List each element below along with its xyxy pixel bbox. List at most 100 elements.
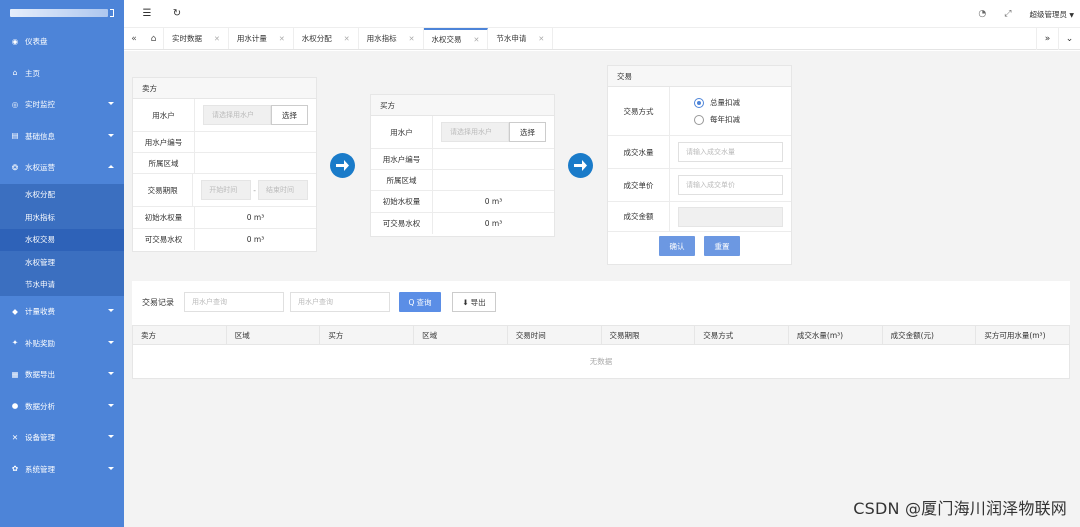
seller-region-label: 所属区域 (133, 153, 195, 173)
nav-item-dashboard[interactable]: ◉ 仪表盘 (0, 26, 124, 58)
settings-icon: ✿ (11, 464, 19, 474)
radio-yearly-deduction[interactable]: 每年扣减 (694, 114, 740, 125)
watermark: CSDN @厦门海川润泽物联网 (853, 499, 1067, 518)
submenu-item-indicator[interactable]: 用水指标 (0, 206, 124, 229)
user-menu[interactable]: 超级管理员 ▼ (1029, 9, 1074, 20)
price-input[interactable]: 请输入成交单价 (678, 175, 783, 195)
collapse-mark-icon[interactable] (110, 9, 114, 17)
confirm-button[interactable]: 确认 (659, 236, 695, 256)
home-tab-icon[interactable]: ⌂ (144, 28, 164, 49)
export-button[interactable]: ⬇ 导出 (452, 292, 496, 312)
submenu-item-trade[interactable]: 水权交易 (0, 228, 124, 251)
tabs-scroll-left-icon[interactable]: « (124, 28, 144, 49)
seller-select-button[interactable]: 选择 (271, 105, 308, 125)
tab-metering[interactable]: 用水计量 ✕ (229, 28, 294, 49)
trade-volume-field: 请输入成交水量 (670, 142, 791, 162)
seller-user-field: 请选择用水户 选择 (195, 105, 316, 125)
submenu-item-management[interactable]: 水权管理 (0, 251, 124, 274)
tab-trade[interactable]: 水权交易 ✕ (423, 28, 489, 49)
dashboard-icon: ◉ (11, 36, 19, 46)
logo (0, 0, 124, 26)
submenu-item-allocation[interactable]: 水权分配 (0, 184, 124, 207)
start-time-input[interactable]: 开始时间 (201, 180, 252, 200)
nav-item-reward[interactable]: ✦ 补贴奖励 (0, 328, 124, 360)
chevron-up-icon (108, 165, 114, 168)
radio-total-deduction[interactable]: 总量扣减 (694, 97, 740, 108)
close-icon[interactable]: ✕ (214, 35, 220, 43)
col-buyer-region: 区域 (414, 326, 508, 344)
theme-icon[interactable]: ◔ (978, 9, 986, 19)
submenu-item-saving[interactable]: 节水申请 (0, 274, 124, 297)
seller-user-row: 用水户 请选择用水户 选择 (133, 99, 316, 132)
arrow-right-icon (568, 153, 593, 178)
chevron-down-icon (108, 466, 114, 470)
close-icon[interactable]: ✕ (538, 35, 544, 43)
seller-user-input[interactable]: 请选择用水户 (203, 105, 271, 125)
close-icon[interactable]: ✕ (344, 35, 350, 43)
tab-allocation[interactable]: 水权分配 ✕ (294, 28, 359, 49)
col-amount: 成交金额(元) (883, 326, 977, 344)
chevron-down-icon (108, 403, 114, 407)
nav-item-info[interactable]: ▤ 基础信息 (0, 121, 124, 153)
nav-item-water-rights[interactable]: ❂ 水权运营 (0, 152, 124, 184)
trade-volume-row: 成交水量 请输入成交水量 (608, 136, 791, 169)
buyer-init-value: 0 m³ (484, 197, 503, 206)
caret-down-icon: ▼ (1069, 11, 1074, 19)
device-icon: ✕ (11, 432, 19, 442)
col-buyer: 买方 (320, 326, 415, 344)
reward-icon: ✦ (11, 338, 19, 348)
records-search-2[interactable]: 用水户查询 (290, 292, 390, 312)
tab-indicator[interactable]: 用水指标 ✕ (359, 28, 424, 49)
monitor-icon: ◎ (11, 99, 19, 109)
close-icon[interactable]: ✕ (474, 36, 480, 44)
nav-label: 计量收费 (25, 307, 55, 317)
nav-label: 补贴奖励 (25, 338, 55, 348)
close-icon[interactable]: ✕ (279, 35, 285, 43)
buyer-region-row: 所属区域 (371, 170, 554, 191)
seller-user-label: 用水户 (133, 99, 195, 131)
end-time-input[interactable]: 结束时间 (258, 180, 308, 200)
home-icon: ⌂ (12, 68, 18, 78)
volume-input[interactable]: 请输入成交水量 (678, 142, 783, 162)
records-search-1[interactable]: 用水户查询 (184, 292, 284, 312)
close-icon[interactable]: ✕ (409, 35, 415, 43)
buyer-title: 买方 (371, 95, 554, 116)
nav-item-system[interactable]: ✿ 系统管理 (0, 454, 124, 486)
buyer-panel: 买方 用水户 请选择用水户 选择 用水户编号 所属区域 初始水权量 0 m³ 可… (370, 94, 555, 237)
nav-label: 设备管理 (25, 433, 55, 443)
buyer-tradable-row: 可交易水权 0 m³ (371, 213, 554, 234)
radio-label: 总量扣减 (710, 98, 740, 107)
reset-button[interactable]: 重置 (704, 236, 740, 256)
nav-label: 数据导出 (25, 370, 55, 380)
nav-label: 仪表盘 (25, 37, 48, 47)
chevron-down-icon (108, 372, 114, 375)
seller-init-label: 初始水权量 (133, 207, 195, 228)
menu-toggle-icon[interactable]: ☰ (140, 7, 154, 21)
tab-saving[interactable]: 节水申请 ✕ (488, 28, 554, 49)
tab-label: 水权交易 (431, 35, 462, 44)
nav-label: 数据分析 (25, 401, 55, 411)
buyer-user-input[interactable]: 请选择用水户 (441, 122, 509, 142)
nav-item-monitor[interactable]: ◎ 实时监控 (0, 89, 124, 121)
water-icon: ❂ (11, 162, 19, 172)
refresh-icon[interactable]: ↻ (170, 7, 184, 21)
tabs-scroll-right-icon[interactable]: » (1036, 28, 1058, 50)
tabs-dropdown-icon[interactable]: ⌄ (1058, 28, 1080, 50)
nav-item-home[interactable]: ⌂ 主页 (0, 58, 124, 90)
nav-label: 实时监控 (25, 100, 55, 110)
buyer-user-row: 用水户 请选择用水户 选择 (371, 116, 554, 149)
amount-input (678, 206, 783, 227)
seller-panel: 卖方 用水户 请选择用水户 选择 用水户编号 所属区域 交易期限 开始时间 - … (132, 77, 317, 252)
fullscreen-icon[interactable]: ⤢ (1004, 9, 1011, 19)
nav-item-export[interactable]: ▦ 数据导出 (0, 359, 124, 391)
buyer-code-row: 用水户编号 (371, 149, 554, 170)
sidebar: ◉ 仪表盘 ⌂ 主页 ◎ 实时监控 ▤ 基础信息 ❂ 水权运营 水权分配 用水指标 水权交… (0, 0, 124, 527)
nav-item-analysis[interactable]: ● 数据分析 (0, 391, 124, 423)
tab-label: 实时数据 (172, 34, 202, 43)
nav-item-billing[interactable]: ◆ 计量收费 (0, 296, 124, 328)
nav-item-device[interactable]: ✕ 设备管理 (0, 422, 124, 454)
query-button[interactable]: Q 查询 (399, 292, 441, 312)
buyer-select-button[interactable]: 选择 (509, 122, 546, 142)
buyer-init-label: 初始水权量 (371, 191, 433, 212)
tab-realtime[interactable]: 实时数据 ✕ (164, 28, 229, 49)
